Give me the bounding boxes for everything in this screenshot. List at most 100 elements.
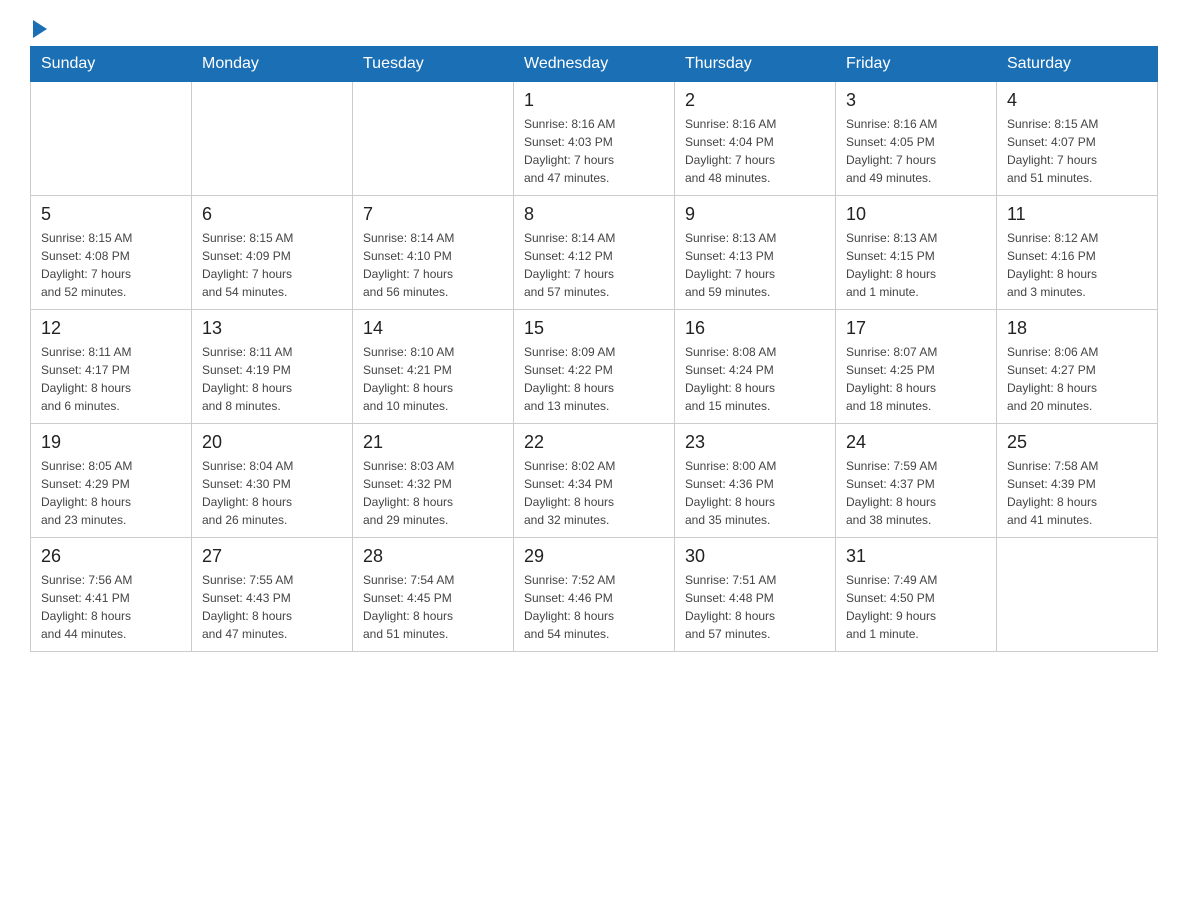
calendar-cell: 18 Sunrise: 8:06 AM Sunset: 4:27 PM Dayli… [997, 310, 1158, 424]
day-number: 17 [846, 318, 986, 339]
day-number: 5 [41, 204, 181, 225]
week-row-3: 12 Sunrise: 8:11 AM Sunset: 4:17 PM Dayli… [31, 310, 1158, 424]
calendar-cell: 19 Sunrise: 8:05 AM Sunset: 4:29 PM Dayli… [31, 424, 192, 538]
day-number: 16 [685, 318, 825, 339]
page: SundayMondayTuesdayWednesdayThursdayFrid… [0, 0, 1188, 672]
day-number: 10 [846, 204, 986, 225]
day-number: 11 [1007, 204, 1147, 225]
day-number: 18 [1007, 318, 1147, 339]
weekday-header-monday: Monday [192, 47, 353, 82]
day-info: Sunrise: 8:16 AM Sunset: 4:05 PM Dayligh… [846, 115, 986, 187]
logo-triangle-icon [33, 20, 47, 38]
day-info: Sunrise: 8:11 AM Sunset: 4:17 PM Dayligh… [41, 343, 181, 415]
day-number: 22 [524, 432, 664, 453]
calendar-cell: 7 Sunrise: 8:14 AM Sunset: 4:10 PM Daylig… [353, 196, 514, 310]
day-info: Sunrise: 8:15 AM Sunset: 4:08 PM Dayligh… [41, 229, 181, 301]
day-number: 20 [202, 432, 342, 453]
calendar-cell: 14 Sunrise: 8:10 AM Sunset: 4:21 PM Dayli… [353, 310, 514, 424]
calendar-cell: 29 Sunrise: 7:52 AM Sunset: 4:46 PM Dayli… [514, 538, 675, 652]
weekday-header-sunday: Sunday [31, 47, 192, 82]
day-number: 19 [41, 432, 181, 453]
day-info: Sunrise: 8:13 AM Sunset: 4:15 PM Dayligh… [846, 229, 986, 301]
day-number: 25 [1007, 432, 1147, 453]
weekday-header-friday: Friday [836, 47, 997, 82]
calendar-cell: 10 Sunrise: 8:13 AM Sunset: 4:15 PM Dayli… [836, 196, 997, 310]
calendar-cell: 20 Sunrise: 8:04 AM Sunset: 4:30 PM Dayli… [192, 424, 353, 538]
calendar-cell: 27Sunrise: 7:55 AM Sunset: 4:43 PM Dayli… [192, 538, 353, 652]
header [30, 20, 1158, 36]
day-info: Sunrise: 8:05 AM Sunset: 4:29 PM Dayligh… [41, 457, 181, 529]
day-number: 13 [202, 318, 342, 339]
day-info: Sunrise: 7:52 AM Sunset: 4:46 PM Dayligh… [524, 571, 664, 643]
day-number: 30 [685, 546, 825, 567]
day-info: Sunrise: 8:03 AM Sunset: 4:32 PM Dayligh… [363, 457, 503, 529]
day-info: Sunrise: 8:15 AM Sunset: 4:09 PM Dayligh… [202, 229, 342, 301]
day-info: Sunrise: 8:07 AM Sunset: 4:25 PM Dayligh… [846, 343, 986, 415]
day-info: Sunrise: 7:56 AM Sunset: 4:41 PM Dayligh… [41, 571, 181, 643]
day-number: 9 [685, 204, 825, 225]
calendar-cell: 6Sunrise: 8:15 AM Sunset: 4:09 PM Daylig… [192, 196, 353, 310]
logo [30, 20, 47, 36]
day-info: Sunrise: 8:09 AM Sunset: 4:22 PM Dayligh… [524, 343, 664, 415]
calendar-cell: 31 Sunrise: 7:49 AM Sunset: 4:50 PM Dayli… [836, 538, 997, 652]
week-row-4: 19 Sunrise: 8:05 AM Sunset: 4:29 PM Dayli… [31, 424, 1158, 538]
calendar-cell: 17 Sunrise: 8:07 AM Sunset: 4:25 PM Dayli… [836, 310, 997, 424]
day-info: Sunrise: 7:59 AM Sunset: 4:37 PM Dayligh… [846, 457, 986, 529]
calendar-cell: 3 Sunrise: 8:16 AM Sunset: 4:05 PM Daylig… [836, 82, 997, 196]
day-number: 23 [685, 432, 825, 453]
logo-top [30, 20, 47, 38]
day-info: Sunrise: 8:06 AM Sunset: 4:27 PM Dayligh… [1007, 343, 1147, 415]
calendar-cell [997, 538, 1158, 652]
calendar-cell: 9 Sunrise: 8:13 AM Sunset: 4:13 PM Daylig… [675, 196, 836, 310]
calendar-cell: 12 Sunrise: 8:11 AM Sunset: 4:17 PM Dayli… [31, 310, 192, 424]
day-number: 26 [41, 546, 181, 567]
day-number: 4 [1007, 90, 1147, 111]
day-number: 15 [524, 318, 664, 339]
week-row-1: 1 Sunrise: 8:16 AM Sunset: 4:03 PM Daylig… [31, 82, 1158, 196]
day-number: 21 [363, 432, 503, 453]
day-number: 7 [363, 204, 503, 225]
calendar-cell: 4 Sunrise: 8:15 AM Sunset: 4:07 PM Daylig… [997, 82, 1158, 196]
day-info: Sunrise: 7:51 AM Sunset: 4:48 PM Dayligh… [685, 571, 825, 643]
day-number: 12 [41, 318, 181, 339]
weekday-header-wednesday: Wednesday [514, 47, 675, 82]
day-number: 24 [846, 432, 986, 453]
day-info: Sunrise: 8:11 AM Sunset: 4:19 PM Dayligh… [202, 343, 342, 415]
day-info: Sunrise: 8:15 AM Sunset: 4:07 PM Dayligh… [1007, 115, 1147, 187]
calendar-cell [353, 82, 514, 196]
day-info: Sunrise: 8:14 AM Sunset: 4:12 PM Dayligh… [524, 229, 664, 301]
day-info: Sunrise: 7:58 AM Sunset: 4:39 PM Dayligh… [1007, 457, 1147, 529]
calendar-cell: 13 Sunrise: 8:11 AM Sunset: 4:19 PM Dayli… [192, 310, 353, 424]
day-number: 14 [363, 318, 503, 339]
calendar-cell [31, 82, 192, 196]
calendar-body: 1 Sunrise: 8:16 AM Sunset: 4:03 PM Daylig… [31, 82, 1158, 652]
day-info: Sunrise: 8:13 AM Sunset: 4:13 PM Dayligh… [685, 229, 825, 301]
day-info: Sunrise: 8:02 AM Sunset: 4:34 PM Dayligh… [524, 457, 664, 529]
calendar-cell: 8Sunrise: 8:14 AM Sunset: 4:12 PM Daylig… [514, 196, 675, 310]
day-number: 28 [363, 546, 503, 567]
day-number: 27 [202, 546, 342, 567]
day-info: Sunrise: 7:49 AM Sunset: 4:50 PM Dayligh… [846, 571, 986, 643]
day-number: 2 [685, 90, 825, 111]
day-info: Sunrise: 8:14 AM Sunset: 4:10 PM Dayligh… [363, 229, 503, 301]
day-number: 31 [846, 546, 986, 567]
day-info: Sunrise: 8:08 AM Sunset: 4:24 PM Dayligh… [685, 343, 825, 415]
day-info: Sunrise: 8:10 AM Sunset: 4:21 PM Dayligh… [363, 343, 503, 415]
day-info: Sunrise: 8:16 AM Sunset: 4:03 PM Dayligh… [524, 115, 664, 187]
weekday-header-thursday: Thursday [675, 47, 836, 82]
day-info: Sunrise: 8:16 AM Sunset: 4:04 PM Dayligh… [685, 115, 825, 187]
calendar-cell: 15 Sunrise: 8:09 AM Sunset: 4:22 PM Dayli… [514, 310, 675, 424]
calendar-header: SundayMondayTuesdayWednesdayThursdayFrid… [31, 47, 1158, 82]
calendar-cell: 5 Sunrise: 8:15 AM Sunset: 4:08 PM Daylig… [31, 196, 192, 310]
calendar-cell [192, 82, 353, 196]
weekday-header-saturday: Saturday [997, 47, 1158, 82]
week-row-2: 5 Sunrise: 8:15 AM Sunset: 4:08 PM Daylig… [31, 196, 1158, 310]
weekday-header-tuesday: Tuesday [353, 47, 514, 82]
day-number: 3 [846, 90, 986, 111]
day-number: 29 [524, 546, 664, 567]
calendar-cell: 16 Sunrise: 8:08 AM Sunset: 4:24 PM Dayli… [675, 310, 836, 424]
day-info: Sunrise: 8:04 AM Sunset: 4:30 PM Dayligh… [202, 457, 342, 529]
day-number: 1 [524, 90, 664, 111]
calendar-cell: 28Sunrise: 7:54 AM Sunset: 4:45 PM Dayli… [353, 538, 514, 652]
day-info: Sunrise: 8:00 AM Sunset: 4:36 PM Dayligh… [685, 457, 825, 529]
